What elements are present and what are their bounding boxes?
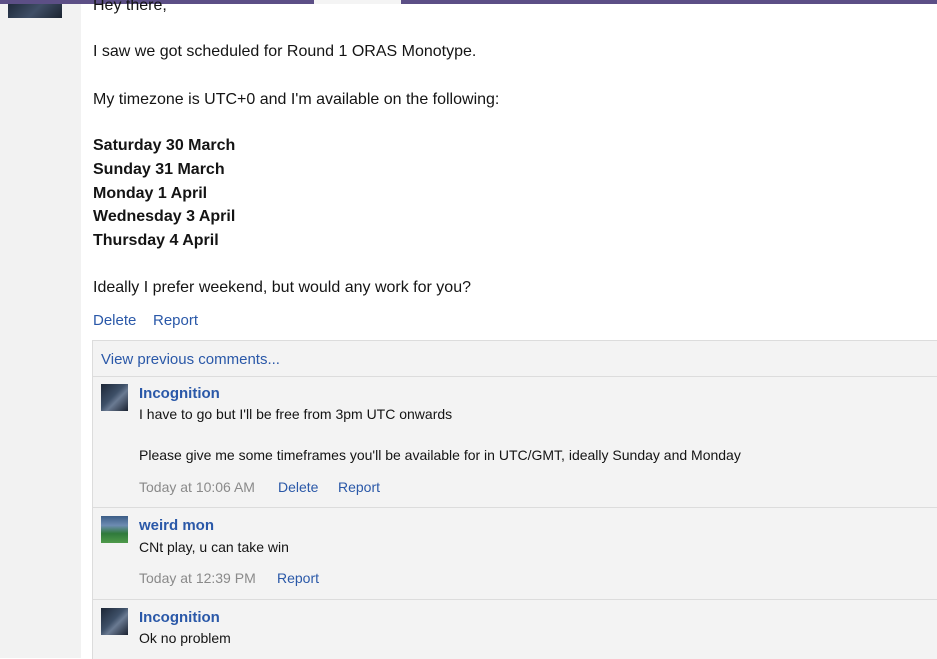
left-sidebar [0, 4, 81, 658]
view-previous-comments-link[interactable]: View previous comments... [101, 351, 280, 369]
comment-divider [93, 507, 937, 508]
comment-author-name[interactable]: Incognition [139, 609, 220, 627]
comment-text: Ok no problem [139, 630, 231, 646]
comment-author-avatar[interactable] [101, 384, 128, 411]
post-date-item: Thursday 4 April [93, 232, 219, 249]
comments-section: View previous comments... Incognition I … [92, 340, 937, 659]
comment-author-avatar[interactable] [101, 608, 128, 635]
post-date-item: Saturday 30 March [93, 137, 236, 154]
comment-report-link[interactable]: Report [277, 569, 319, 587]
comment-delete-link[interactable]: Delete [278, 478, 318, 496]
comment-author-name[interactable]: weird mon [139, 517, 214, 535]
comment-report-link[interactable]: Report [338, 478, 380, 496]
post-line-closing: Ideally I prefer weekend, but would any … [93, 279, 471, 296]
post-date-item: Monday 1 April [93, 185, 208, 202]
post-delete-link[interactable]: Delete [93, 312, 136, 330]
post-date-item: Sunday 31 March [93, 161, 225, 178]
post-line-schedule: I saw we got scheduled for Round 1 ORAS … [93, 43, 477, 60]
post-greeting: Hey there, [93, 0, 167, 14]
comment-text: Please give me some timeframes you'll be… [139, 447, 741, 463]
comment-timestamp: Today at 12:39 PM [139, 570, 256, 586]
post-date-item: Wednesday 3 April [93, 208, 236, 225]
comment-text: CNt play, u can take win [139, 539, 289, 555]
comment-author-avatar[interactable] [101, 516, 128, 543]
comment-divider [93, 376, 937, 377]
post-author-avatar[interactable] [8, 4, 62, 18]
top-nav-active-tab[interactable] [314, 0, 401, 4]
comment-timestamp: Today at 10:06 AM [139, 479, 255, 495]
post-line-timezone: My timezone is UTC+0 and I'm available o… [93, 91, 500, 108]
comment-author-name[interactable]: Incognition [139, 385, 220, 403]
post-report-link[interactable]: Report [153, 312, 198, 330]
comment-text: I have to go but I'll be free from 3pm U… [139, 406, 453, 422]
comment-divider [93, 599, 937, 600]
